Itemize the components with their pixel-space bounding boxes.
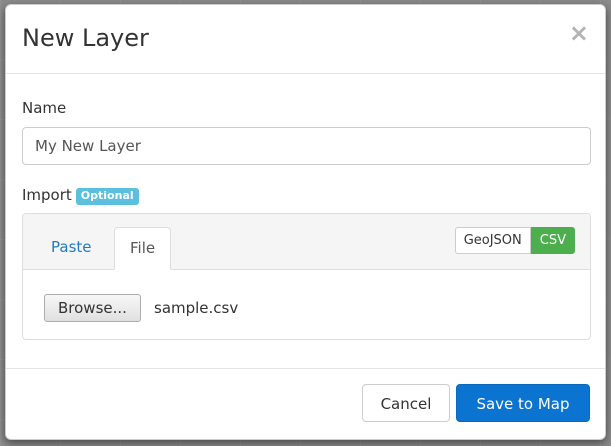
new-layer-dialog: New Layer × Name ImportOptional Paste Fi… [5, 4, 606, 440]
format-toggle-group: GeoJSON CSV [454, 227, 575, 254]
format-geojson-button[interactable]: GeoJSON [454, 227, 531, 254]
dialog-header: New Layer × [6, 5, 605, 74]
selected-file-name: sample.csv [154, 299, 239, 317]
tab-file[interactable]: File [114, 227, 172, 270]
browse-button[interactable]: Browse... [44, 294, 141, 322]
format-csv-button[interactable]: CSV [530, 227, 575, 254]
cancel-button[interactable]: Cancel [362, 384, 450, 422]
optional-badge: Optional [75, 188, 139, 205]
layer-name-input[interactable] [22, 127, 591, 165]
name-label: Name [22, 99, 67, 117]
import-panel: Paste File GeoJSON CSV Browse... sample.… [22, 213, 591, 340]
close-icon[interactable]: × [569, 19, 589, 47]
import-label-text: Import [22, 186, 72, 204]
tab-paste[interactable]: Paste [36, 227, 107, 269]
save-to-map-button[interactable]: Save to Map [456, 384, 590, 422]
import-panel-body: Browse... sample.csv [23, 270, 590, 339]
dialog-footer: Cancel Save to Map [6, 368, 605, 439]
import-label: Import Optional [22, 185, 139, 205]
dialog-title: New Layer [22, 24, 149, 52]
import-panel-header: Paste File GeoJSON CSV [23, 214, 590, 270]
